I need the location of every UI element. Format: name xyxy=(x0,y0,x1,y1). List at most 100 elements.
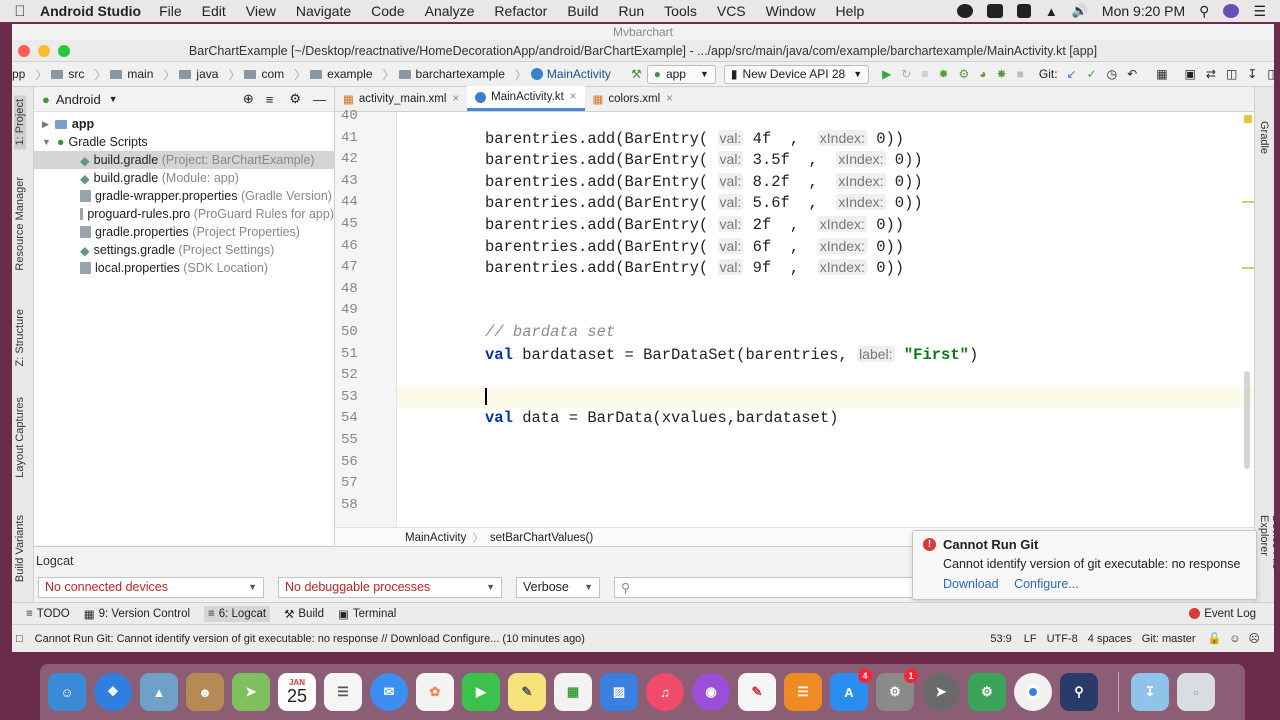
breadcrumb-class[interactable]: MainActivity xyxy=(405,532,466,544)
menu-file[interactable]: File xyxy=(159,3,182,19)
git-history-icon[interactable]: ◷ xyxy=(1107,67,1117,81)
file-encoding[interactable]: UTF-8 xyxy=(1047,633,1078,645)
sdk-manager-icon[interactable]: ↧ xyxy=(1247,67,1257,81)
line-separator[interactable]: LF xyxy=(1024,633,1037,645)
tree-item-app[interactable]: ▶ app xyxy=(34,115,334,133)
facetime-icon[interactable]: ▶ xyxy=(462,673,500,711)
tool-tab-todo[interactable]: ≡ TODO xyxy=(26,608,70,620)
locate-icon[interactable]: ⊕ xyxy=(243,91,254,107)
debug-icon[interactable]: ✹ xyxy=(938,67,948,81)
breadcrumb-method[interactable]: setBarChartValues() xyxy=(490,532,593,544)
sad-icon[interactable]: ☹ xyxy=(1249,632,1260,645)
crumb-java[interactable]: java xyxy=(179,67,218,81)
code-line[interactable]: barentries.add(BarEntry( val: 3.5f , xIn… xyxy=(397,149,1254,171)
code-line[interactable]: barentries.add(BarEntry( val: 2f , xInde… xyxy=(397,214,1254,236)
menu-vcs[interactable]: VCS xyxy=(717,3,746,19)
stop-icon[interactable]: ■ xyxy=(1017,67,1024,81)
tool-tab-event-log[interactable]: Event Log xyxy=(1189,608,1256,620)
minimize-window-button[interactable] xyxy=(38,45,50,57)
hide-panel-icon[interactable]: — xyxy=(313,92,326,107)
tool-tab-logcat[interactable]: ≡ 6: Logcat xyxy=(204,605,271,622)
finder-icon[interactable]: ☺ xyxy=(48,673,86,711)
app-store-icon[interactable]: A4 xyxy=(830,669,872,711)
git-revert-icon[interactable]: ↶ xyxy=(1127,67,1137,81)
device-dropdown[interactable]: No connected devices ▼ xyxy=(38,576,264,598)
code-line[interactable] xyxy=(397,365,1254,387)
chevron-down-icon[interactable]: ▼ xyxy=(109,94,118,104)
close-icon[interactable]: × xyxy=(452,93,459,105)
code-line[interactable] xyxy=(397,279,1254,301)
code-line[interactable]: barentries.add(BarEntry( val: 5.6f , xIn… xyxy=(397,192,1254,214)
scroll-marker[interactable] xyxy=(1242,267,1254,269)
clock[interactable]: Mon 9:20 PM xyxy=(1102,3,1185,19)
tree-item-gradle-properties[interactable]: gradle.properties (Project Properties) xyxy=(34,223,334,241)
code-line[interactable]: barentries.add(BarEntry( val: 6f , xInde… xyxy=(397,236,1254,258)
notification-center-icon[interactable]: ☰ xyxy=(1253,3,1266,20)
attach-debugger-icon[interactable]: ✸ xyxy=(997,67,1007,81)
menu-navigate[interactable]: Navigate xyxy=(296,3,351,19)
tab-mainactivity-kt[interactable]: MainActivity.kt × xyxy=(467,86,585,111)
menu-analyze[interactable]: Analyze xyxy=(425,3,475,19)
lock-icon[interactable]: 🔓 xyxy=(1208,632,1222,645)
sync-gradle-icon[interactable]: ⇄ xyxy=(1206,67,1216,81)
git-branch[interactable]: Git: master xyxy=(1142,633,1196,645)
record-icon[interactable] xyxy=(956,4,973,18)
code-line[interactable]: barentries.add(BarEntry( val: 8.2f , xIn… xyxy=(397,171,1254,193)
scroll-marker[interactable] xyxy=(1242,201,1254,203)
code-line[interactable]: // bardata set xyxy=(397,322,1254,344)
crumb-current-file[interactable]: MainActivity xyxy=(530,67,611,81)
crumb-main[interactable]: main xyxy=(110,67,153,81)
keynote-icon[interactable]: ▨ xyxy=(600,673,638,711)
code-line[interactable]: val bardataset = BarDataSet(barentries, … xyxy=(397,344,1254,366)
close-icon[interactable]: × xyxy=(666,93,673,105)
contacts-icon[interactable]: ☻ xyxy=(186,673,224,711)
menu-refactor[interactable]: Refactor xyxy=(494,3,547,19)
process-dropdown[interactable]: No debuggable processes ▼ xyxy=(278,576,502,598)
log-level-dropdown[interactable]: Verbose ▼ xyxy=(516,576,600,598)
chrome-icon[interactable] xyxy=(1014,673,1052,711)
editor-scrollbar[interactable] xyxy=(1244,371,1250,469)
tool-tab-build[interactable]: ⚒ Build xyxy=(284,607,324,621)
chevron-right-icon[interactable]: ▶ xyxy=(42,119,49,130)
tree-item-gradle-wrapper[interactable]: gradle-wrapper.properties (Gradle Versio… xyxy=(34,187,334,205)
code-line[interactable]: barentries.add(BarEntry( val: 9f , xInde… xyxy=(397,257,1254,279)
run-config-select[interactable]: ● app ▼ xyxy=(646,64,716,84)
photos-icon[interactable]: ✿ xyxy=(416,673,454,711)
tree-item-build-gradle-project[interactable]: ◆ build.gradle (Project: BarChartExample… xyxy=(34,151,334,169)
indent-setting[interactable]: 4 spaces xyxy=(1088,633,1132,645)
project-structure-icon[interactable]: ▦ xyxy=(1156,67,1167,81)
safari-icon[interactable]: ❖ xyxy=(94,673,132,711)
apple-icon[interactable]:  xyxy=(0,3,40,20)
device-select[interactable]: ▮ New Device API 28 ▼ xyxy=(723,64,870,84)
crumb-barchartexample[interactable]: barchartexample xyxy=(398,67,505,81)
crumb-com[interactable]: com xyxy=(244,67,284,81)
tab-colors-xml[interactable]: ▦ colors.xml × xyxy=(585,86,681,111)
app-menu[interactable]: Android Studio xyxy=(40,3,141,19)
reminders-icon[interactable]: ☰ xyxy=(324,673,362,711)
tool-tab-structure[interactable]: Z: Structure xyxy=(14,309,26,366)
coverage-icon[interactable]: ⚙ xyxy=(959,67,970,81)
news-icon[interactable]: ✎ xyxy=(738,673,776,711)
run-icon[interactable]: ▶ xyxy=(882,67,891,81)
profile-icon[interactable]: ◕ xyxy=(979,67,986,81)
tree-item-build-gradle-app[interactable]: ◆ build.gradle (Module: app) xyxy=(34,169,334,187)
menu-run[interactable]: Run xyxy=(618,3,644,19)
calendar-icon[interactable]: JAN 25 xyxy=(278,673,316,711)
zoom-window-button[interactable] xyxy=(58,45,70,57)
collapse-all-icon[interactable]: ≡ xyxy=(266,92,274,107)
code-line[interactable]: barentries.add(BarEntry( val: 4f , xInde… xyxy=(397,128,1254,150)
inspection-status-icon[interactable] xyxy=(1244,115,1252,123)
tree-item-settings-gradle[interactable]: ◆ settings.gradle (Project Settings) xyxy=(34,241,334,259)
code-line-current[interactable] xyxy=(397,386,1254,409)
code-line[interactable] xyxy=(397,473,1254,495)
notes-icon[interactable]: ✎ xyxy=(508,673,546,711)
project-view-select[interactable]: Android xyxy=(56,92,101,107)
tree-item-local-properties[interactable]: local.properties (SDK Location) xyxy=(34,259,334,277)
download-link[interactable]: Download xyxy=(943,577,999,591)
crumb-app[interactable]: pp xyxy=(12,67,25,81)
tool-tab-version-control[interactable]: ▦ 9: Version Control xyxy=(84,607,190,621)
volume-icon[interactable]: 🔊 xyxy=(1072,3,1088,19)
spotlight-icon[interactable]: ⚲ xyxy=(1199,3,1209,20)
wifi-icon[interactable]: ▲ xyxy=(1045,4,1058,19)
books-icon[interactable]: ☰ xyxy=(784,673,822,711)
